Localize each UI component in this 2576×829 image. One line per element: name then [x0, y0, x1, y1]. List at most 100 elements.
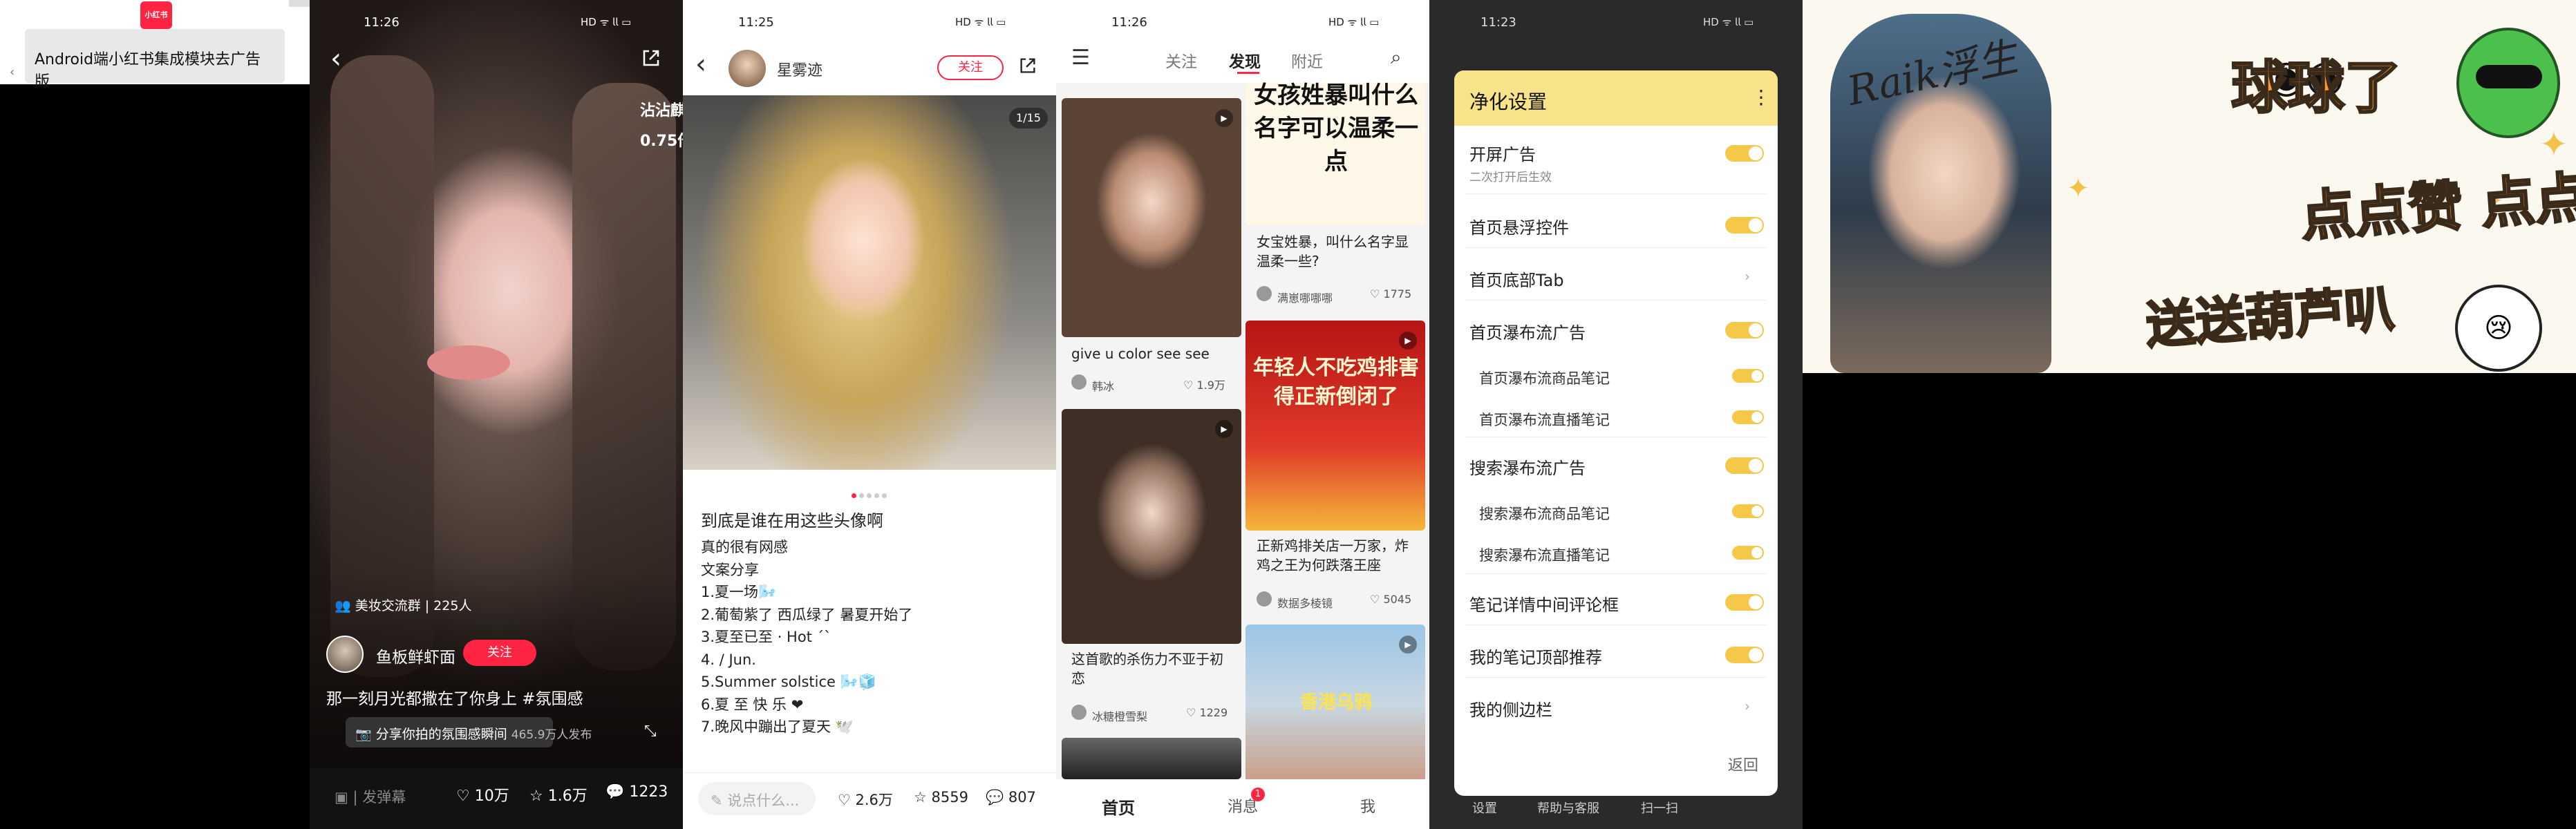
heart-icon: ♡ — [1370, 287, 1384, 301]
toggle-switch[interactable] — [1725, 457, 1764, 474]
status-time: 11:25 — [738, 15, 774, 30]
divider — [1465, 573, 1767, 574]
feed-card-image[interactable] — [1062, 409, 1241, 644]
settings-dialog: 净化设置 ⋮ 开屏广告 二次打开后生效 首页悬浮控件 首页底部Tab › 首页瀑… — [1454, 70, 1778, 796]
setting-label: 首页瀑布流广告 — [1469, 323, 1586, 343]
back-icon[interactable]: ‹ — [695, 48, 706, 80]
tab-discover[interactable]: 发现 — [1229, 48, 1261, 72]
author-name[interactable]: 星雾迹 — [777, 58, 822, 80]
feed-card-image[interactable] — [1062, 98, 1241, 337]
message-badge: 1 — [1251, 788, 1265, 801]
dialog-title: 净化设置 — [1469, 90, 1548, 113]
feed-card-image[interactable] — [1062, 738, 1241, 779]
feed-card-likes[interactable]: ♡ 5045 — [1370, 593, 1411, 606]
video-overlay-text: 沾沾麒 — [640, 102, 683, 120]
setting-sublabel: 二次打开后生效 — [1469, 171, 1552, 184]
status-icons: HD ᯤ 𝗅𝗅 ▭ — [1328, 16, 1380, 28]
feed-card-title[interactable]: 女宝姓暴，叫什么名字显温柔一些? — [1257, 232, 1420, 271]
toggle-switch[interactable] — [1725, 647, 1764, 663]
setting-label: 搜索瀑布流广告 — [1469, 459, 1586, 478]
group-chat-link[interactable]: 👥 美妆交流群 | 225人 — [335, 595, 471, 614]
nav-settings[interactable]: 设置 — [1472, 799, 1497, 817]
play-icon: ▶ — [1215, 109, 1233, 127]
author-name[interactable]: 鱼板鲜虾面 — [376, 644, 455, 667]
module-title: Android端小红书集成模块去广告版 — [35, 51, 261, 90]
play-icon: ▶ — [1399, 332, 1417, 350]
feed-card-likes[interactable]: ♡ 1229 — [1186, 706, 1228, 719]
video-overlay-speed: 0.75倍 — [640, 133, 683, 150]
module-title-card[interactable]: Android端小红书集成模块去广告版 — [25, 29, 285, 90]
share-icon[interactable] — [1017, 55, 1038, 76]
danmu-input[interactable]: ▣ | 发弹幕 — [335, 786, 406, 807]
back-button[interactable]: 返回 — [1728, 753, 1758, 775]
setting-label: 我的笔记顶部推荐 — [1469, 648, 1602, 667]
nav-me[interactable]: 我 — [1360, 794, 1375, 817]
crying-face-sticker: 😢 — [2455, 285, 2542, 372]
sparkle-icon: ✦ — [2067, 173, 2090, 204]
toggle-switch[interactable] — [1725, 322, 1764, 339]
back-icon[interactable]: ‹ — [330, 43, 341, 75]
note-body: 真的很有网感 文案分享 1.夏一场🌬️ 2.葡萄紫了 西瓜绿了 暑夏开始了 3.… — [701, 536, 912, 739]
more-icon[interactable]: ⋮ — [1751, 86, 1771, 108]
note-line: 3.夏至已至 · Hot ˊˋ — [701, 629, 831, 645]
feed-card-likes[interactable]: ♡ 1775 — [1370, 287, 1411, 301]
feed-card-title[interactable]: 正新鸡排关店一万家，炸鸡之王为何跌落王座 — [1257, 536, 1420, 575]
note-image[interactable] — [683, 95, 1056, 470]
divider — [1465, 247, 1767, 248]
nav-help[interactable]: 帮助与客服 — [1537, 799, 1599, 817]
menu-icon[interactable]: ☰ — [1071, 46, 1090, 70]
author-avatar[interactable] — [326, 636, 364, 673]
poster-line-2: 点点赞 点点关注 — [2298, 158, 2576, 250]
tab-follow[interactable]: 关注 — [1165, 48, 1197, 72]
comment-button[interactable]: 💬 807 — [986, 789, 1036, 806]
setting-label: 笔记详情中间评论框 — [1469, 595, 1619, 615]
topic-share-banner[interactable]: 📷 分享你拍的氛围感瞬间 465.9万人发布 — [346, 717, 592, 747]
play-icon: ▶ — [1399, 636, 1417, 654]
share-icon[interactable] — [640, 47, 662, 69]
nav-scan[interactable]: 扫一扫 — [1641, 799, 1678, 817]
feed-card-title[interactable]: 这首歌的杀伤力不亚于初恋 — [1071, 649, 1234, 688]
toggle-switch[interactable] — [1732, 410, 1764, 424]
feed-card-image[interactable] — [1245, 321, 1425, 531]
divider — [1465, 677, 1767, 678]
screenshot-collage: 小红书 Android端小红书集成模块去广告版 ‹ 11:26 HD ᯤ 𝗅𝗅 … — [0, 0, 2576, 829]
feed-card-overlay-text: 女孩姓暴叫什么名字可以温柔一点 — [1254, 82, 1418, 175]
toggle-switch[interactable] — [1732, 369, 1764, 383]
follow-button[interactable]: 关注 — [937, 55, 1004, 80]
note-line: 5.Summer solstice 🌬️🧊 — [701, 674, 876, 690]
panel-purify-settings: 11:23 HD ᯤ 𝗅𝗅 ▭ 净化设置 ⋮ 开屏广告 二次打开后生效 首页悬浮… — [1429, 0, 1803, 829]
image-index: 1/15 — [1009, 108, 1048, 128]
note-line: 6.夏 至 快 乐 ❤ — [701, 696, 804, 713]
toggle-switch[interactable] — [1732, 546, 1764, 560]
setting-label: 首页瀑布流直播笔记 — [1479, 412, 1610, 428]
comment-button[interactable]: 💬 1223 — [605, 783, 668, 801]
toggle-switch[interactable] — [1725, 594, 1764, 611]
collect-button[interactable]: ☆ 8559 — [914, 789, 968, 806]
toggle-switch[interactable] — [1725, 217, 1764, 234]
feed-card-title[interactable]: give u color see see — [1071, 344, 1237, 363]
fullscreen-icon[interactable]: ⤡ — [644, 723, 657, 740]
frog-sticker — [2456, 28, 2560, 138]
setting-label: 搜索瀑布流直播笔记 — [1479, 547, 1610, 564]
follow-button[interactable]: 关注 — [463, 640, 536, 666]
author-avatar[interactable] — [728, 50, 766, 87]
like-button[interactable]: ♡ 10万 — [456, 783, 509, 806]
toggle-switch[interactable] — [1725, 145, 1764, 162]
heart-icon: ♡ — [456, 788, 475, 805]
comment-input[interactable]: ✎ 说点什么... — [698, 782, 816, 815]
feed-card-likes[interactable]: ♡ 1.9万 — [1183, 376, 1225, 392]
status-icons: HD ᯤ 𝗅𝗅 ▭ — [1703, 16, 1754, 28]
feed-card-overlay-text: 年轻人不吃鸡排害得正新倒闭了 — [1253, 356, 1419, 409]
heart-icon: ♡ — [838, 792, 856, 808]
toggle-switch[interactable] — [1732, 504, 1764, 518]
panel-module-info: 小红书 Android端小红书集成模块去广告版 ‹ — [0, 0, 310, 829]
note-title: 到底是谁在用这些头像啊 — [701, 511, 883, 531]
tab-nearby[interactable]: 附近 — [1291, 48, 1323, 72]
search-icon[interactable]: ⌕ — [1391, 46, 1402, 69]
nav-home[interactable]: 首页 — [1102, 794, 1135, 819]
camera-icon: 📷 — [355, 727, 376, 742]
panel-image-note: 11:25 HD ᯤ 𝗅𝗅 ▭ ‹ 星雾迹 关注 1/15 到底是谁在用这些头像… — [683, 0, 1056, 829]
like-button[interactable]: ♡ 2.6万 — [838, 789, 893, 810]
author-avatar — [1257, 591, 1272, 607]
collect-button[interactable]: ☆ 1.6万 — [529, 783, 587, 806]
